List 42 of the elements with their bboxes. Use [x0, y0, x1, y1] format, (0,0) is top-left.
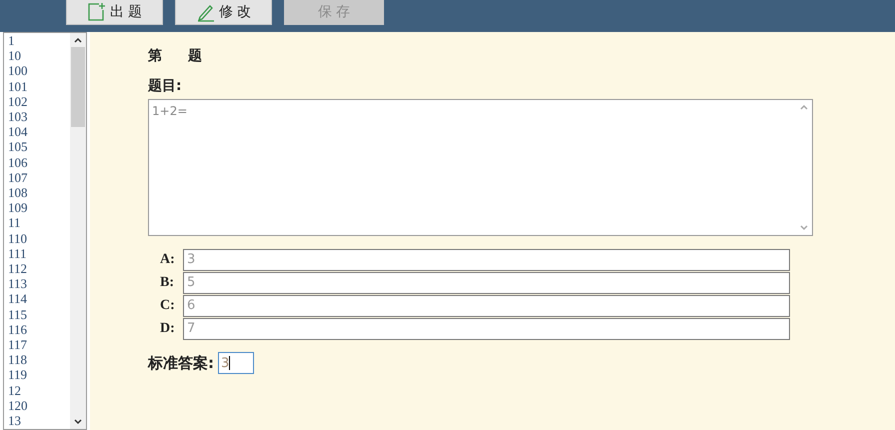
list-item[interactable]: 106 [8, 154, 70, 170]
list-item[interactable]: 107 [8, 170, 70, 186]
list-item[interactable]: 108 [8, 185, 70, 200]
list-item[interactable]: 118 [8, 352, 70, 368]
list-item[interactable]: 119 [8, 367, 70, 383]
toolbar-button[interactable]: 修 改 [175, 0, 272, 25]
option-label: A: [160, 252, 176, 268]
list-item[interactable]: 104 [8, 124, 70, 140]
list-item[interactable]: 109 [8, 200, 70, 216]
list-item[interactable]: 114 [8, 291, 70, 307]
new-document-icon [86, 2, 107, 22]
list-item[interactable]: 105 [8, 139, 70, 155]
option-label: D: [160, 321, 176, 337]
list-item[interactable]: 102 [8, 94, 70, 110]
toolbar-button[interactable]: 出 题 [66, 0, 163, 25]
list-item[interactable]: 11 [8, 215, 70, 231]
question-label: 题目: [148, 77, 183, 95]
heading-text: 第 [148, 47, 162, 65]
answer-label: 标准答案: [148, 354, 214, 372]
list-item[interactable]: 12 [8, 382, 70, 398]
question-field[interactable]: 1+2= [148, 99, 813, 236]
scroll-down-icon[interactable] [73, 417, 83, 427]
list-item[interactable]: 115 [8, 306, 70, 322]
list-item[interactable]: 100 [8, 63, 70, 79]
list-item[interactable]: 116 [8, 322, 70, 338]
list-item[interactable]: 111 [8, 246, 70, 262]
scrollbar[interactable] [70, 33, 86, 429]
option-label: B: [160, 275, 175, 291]
scroll-up-icon[interactable] [73, 35, 83, 45]
list-item[interactable]: 117 [8, 337, 70, 352]
list-item[interactable]: 1 [8, 33, 70, 48]
option-label: C: [160, 298, 176, 314]
list-item[interactable]: 120 [8, 398, 70, 414]
list-item[interactable]: 10 [8, 48, 70, 64]
list-item[interactable]: 101 [8, 78, 70, 94]
list-item[interactable]: 113 [8, 276, 70, 292]
list-item[interactable]: 112 [8, 261, 70, 276]
list-item[interactable]: 103 [8, 109, 70, 124]
heading-text: 题 [188, 47, 202, 65]
list-item[interactable]: 110 [8, 230, 70, 246]
scroll-thumb[interactable] [71, 47, 85, 127]
list-item[interactable]: 13 [8, 413, 70, 428]
